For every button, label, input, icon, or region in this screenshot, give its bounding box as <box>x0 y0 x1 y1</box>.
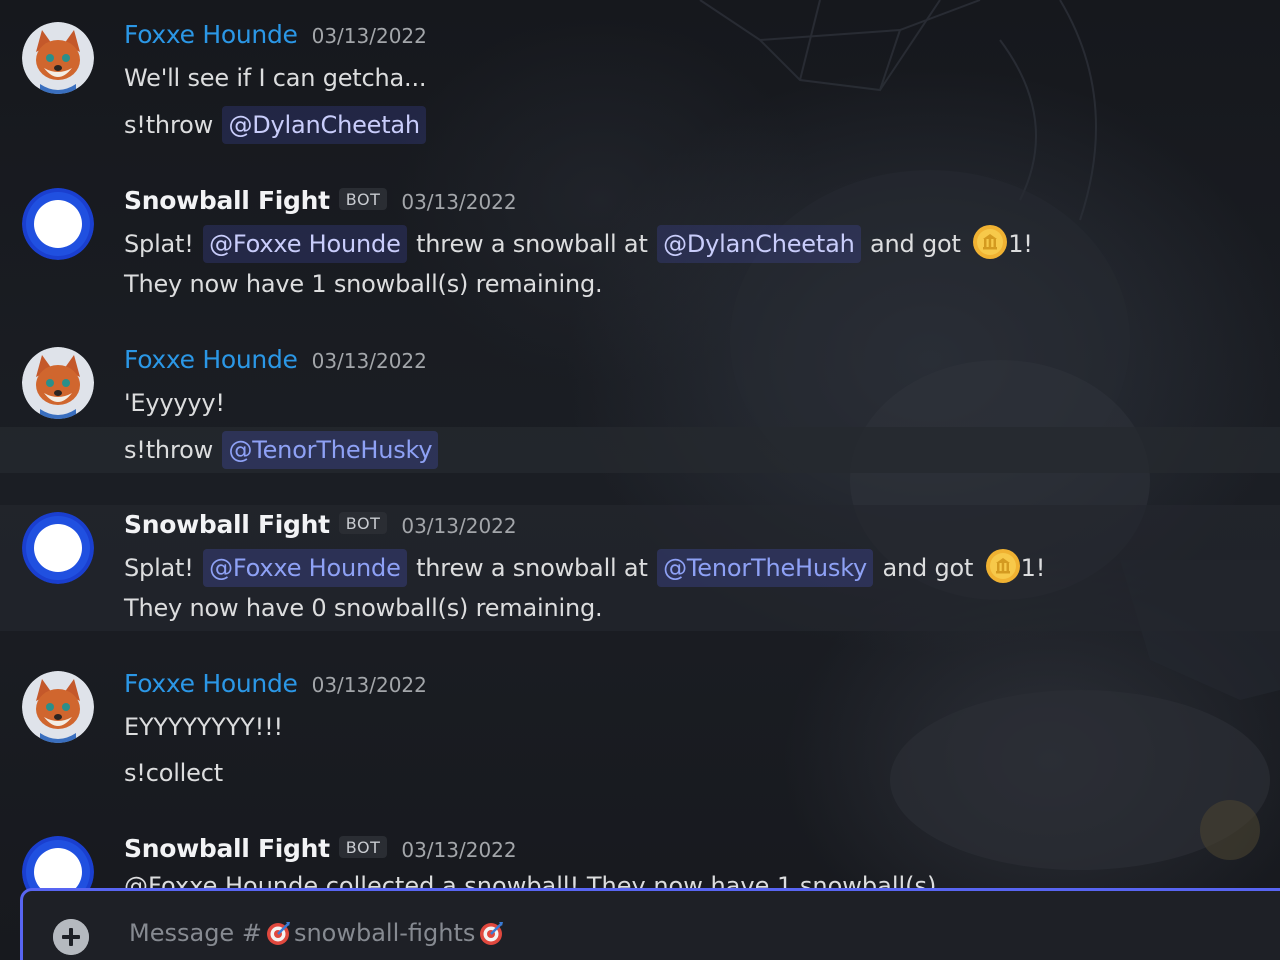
message-text: They now have 1 snowball(s) remaining. <box>124 270 603 298</box>
message-text: They now have 0 snowball(s) remaining. <box>124 594 603 622</box>
message-header: Foxxe Hounde 03/13/2022 <box>124 669 427 703</box>
splat-text: Splat! <box>124 230 194 258</box>
bot-avatar[interactable] <box>22 188 94 260</box>
fox-avatar[interactable] <box>22 22 94 94</box>
and-got-text: and got <box>882 554 974 582</box>
bot-tag: BOT <box>338 512 388 534</box>
username[interactable]: Foxxe Hounde <box>124 345 298 374</box>
bot-avatar[interactable] <box>22 836 94 890</box>
message-text: s!throw @TenorTheHusky <box>124 430 440 470</box>
target-icon <box>480 922 504 945</box>
plus-circle-icon <box>53 919 89 955</box>
channel-name: snowball-fights <box>293 919 476 947</box>
timestamp: 03/13/2022 <box>311 24 427 48</box>
message-composer[interactable]: Message # snowball-fights <box>20 888 1280 960</box>
message-input[interactable]: Message # snowball-fights <box>129 919 507 947</box>
user-mention[interactable]: @TenorTheHusky <box>657 549 874 587</box>
message-header: Snowball Fight BOT 03/13/2022 <box>124 186 517 220</box>
splat-text: Splat! <box>124 554 194 582</box>
message-header: Foxxe Hounde 03/13/2022 <box>124 345 427 379</box>
user-mention[interactable]: @DylanCheetah <box>657 225 861 263</box>
bot-tag: BOT <box>338 188 388 210</box>
message-group: Foxxe Hounde 03/13/2022 We'll see if I c… <box>0 0 1280 160</box>
reward-text: 1! <box>1008 230 1033 258</box>
message-header: Snowball Fight BOT 03/13/2022 <box>124 834 517 868</box>
add-attachment-button[interactable] <box>53 919 89 955</box>
app-window: Foxxe Hounde 03/13/2022 We'll see if I c… <box>0 0 1280 960</box>
coin-icon <box>985 549 1020 583</box>
user-mention[interactable]: @Foxxe Hounde <box>203 225 407 263</box>
username[interactable]: Snowball Fight <box>124 510 330 539</box>
message-text: Splat! @Foxxe Hounde threw a snowball at… <box>124 224 1033 264</box>
message-group: Foxxe Hounde 03/13/2022 EYYYYYYYY!!! s!c… <box>0 649 1280 809</box>
bot-tag: BOT <box>338 836 388 858</box>
message-group: Snowball Fight BOT 03/13/2022 Splat! @Fo… <box>0 170 1280 320</box>
user-mention[interactable]: @DylanCheetah <box>222 106 426 144</box>
threw-text: threw a snowball at <box>416 230 648 258</box>
message-group: Foxxe Hounde 03/13/2022 'Eyyyyy! s!throw… <box>0 325 1280 485</box>
message-text: s!throw @DylanCheetah <box>124 105 428 145</box>
username[interactable]: Snowball Fight <box>124 186 330 215</box>
username[interactable]: Foxxe Hounde <box>124 669 298 698</box>
message-header: Snowball Fight BOT 03/13/2022 <box>124 510 517 544</box>
message-text: EYYYYYYYY!!! <box>124 713 283 741</box>
message-list[interactable]: Foxxe Hounde 03/13/2022 We'll see if I c… <box>0 0 1280 890</box>
timestamp: 03/13/2022 <box>401 514 517 538</box>
reward-text: 1! <box>1020 554 1046 582</box>
username[interactable]: Snowball Fight <box>124 834 330 863</box>
user-mention[interactable]: @TenorTheHusky <box>222 431 439 469</box>
message-group: Snowball Fight BOT 03/13/2022 Splat! @Fo… <box>0 494 1280 644</box>
timestamp: 03/13/2022 <box>311 349 427 373</box>
coin-icon <box>973 225 1008 259</box>
timestamp: 03/13/2022 <box>401 838 517 862</box>
target-icon <box>266 922 290 945</box>
and-got-text: and got <box>870 230 961 258</box>
command-text: s!throw <box>124 436 213 464</box>
user-mention[interactable]: @Foxxe Hounde <box>203 549 407 587</box>
threw-text: threw a snowball at <box>416 554 648 582</box>
timestamp: 03/13/2022 <box>401 190 517 214</box>
username[interactable]: Foxxe Hounde <box>124 20 298 49</box>
bot-avatar[interactable] <box>22 512 94 584</box>
timestamp: 03/13/2022 <box>311 673 427 697</box>
command-text: s!throw <box>124 111 213 139</box>
fox-avatar[interactable] <box>22 347 94 419</box>
message-text: s!collect <box>124 759 223 787</box>
message-text: We'll see if I can getcha... <box>124 64 427 92</box>
message-text: Splat! @Foxxe Hounde threw a snowball at… <box>124 548 1045 588</box>
fox-avatar[interactable] <box>22 671 94 743</box>
placeholder-prefix: Message # <box>129 919 262 947</box>
message-text: 'Eyyyyy! <box>124 389 225 417</box>
message-header: Foxxe Hounde 03/13/2022 <box>124 20 427 54</box>
